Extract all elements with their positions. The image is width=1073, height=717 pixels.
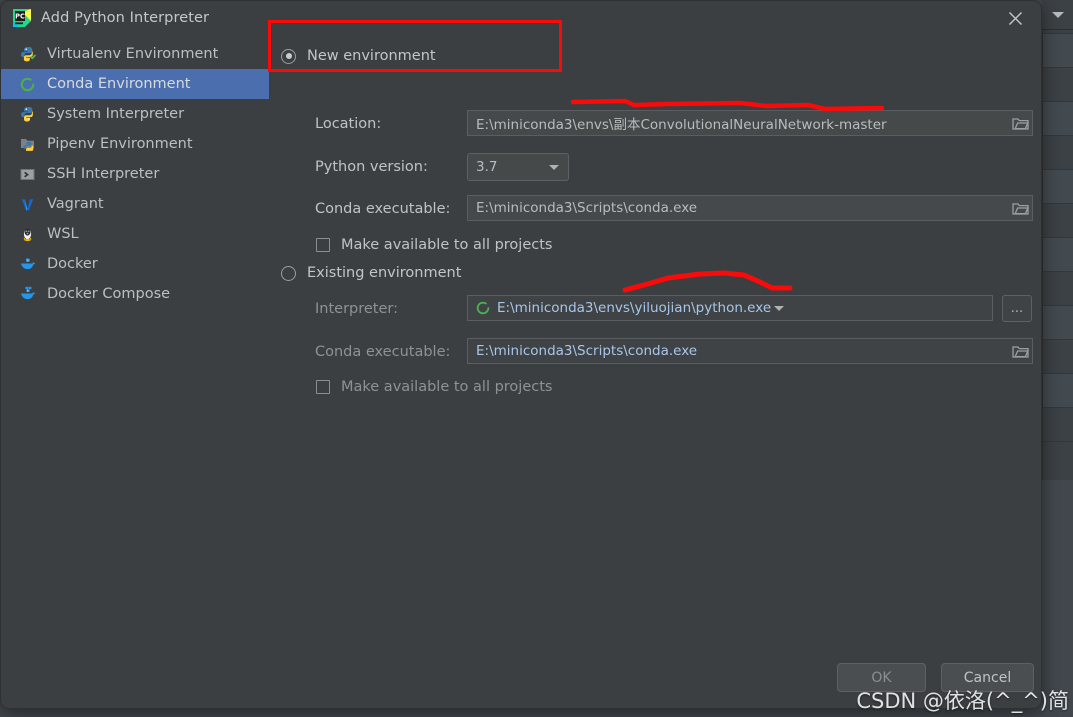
python-version-value: 3.7 (476, 159, 498, 175)
radio-indicator-new-environment (281, 48, 296, 64)
conda-executable-browse-folder-icon-existing[interactable] (1007, 338, 1033, 364)
sidebar-item-label: Conda Environment (47, 76, 191, 92)
sidebar-item-label: System Interpreter (47, 106, 185, 122)
sidebar-item-system-interpreter[interactable]: System Interpreter (1, 99, 269, 129)
checkbox-make-available-new[interactable]: Make available to all projects (316, 237, 552, 253)
sidebar-item-label: WSL (47, 226, 79, 242)
background-list-row (1043, 34, 1073, 68)
conda-executable-label-existing: Conda executable: (315, 344, 451, 360)
sidebar-item-label: Docker (47, 256, 98, 272)
conda-ring-icon (19, 76, 36, 93)
sidebar-item-label: Virtualenv Environment (47, 46, 219, 62)
interpreter-value: E:\miniconda3\envs\yiluojian\python.exe (497, 300, 772, 316)
location-label: Location: (315, 116, 382, 132)
sidebar-item-conda-environment[interactable]: Conda Environment (1, 69, 269, 99)
background-list-row (1043, 408, 1073, 442)
radio-indicator-existing-environment (281, 265, 296, 281)
interpreter-label: Interpreter: (315, 301, 398, 317)
conda-executable-browse-folder-icon-new[interactable] (1007, 195, 1033, 221)
chevron-down-icon[interactable] (1051, 11, 1064, 18)
vagrant-v-icon (19, 196, 36, 213)
conda-executable-input-new[interactable]: E:\miniconda3\Scripts\conda.exe (467, 195, 1033, 221)
checkbox-indicator (316, 380, 330, 394)
chevron-down-icon[interactable] (774, 305, 784, 311)
sidebar-item-pipenv-environment[interactable]: Pipenv Environment (1, 129, 269, 159)
sidebar-item-label: SSH Interpreter (47, 166, 160, 182)
conda-executable-label-new: Conda executable: (315, 201, 451, 217)
sidebar-item-label: Docker Compose (47, 286, 171, 302)
background-list-row (1043, 170, 1073, 204)
sidebar-item-docker[interactable]: 0 Docker (1, 249, 269, 279)
sidebar-item-label: Pipenv Environment (47, 136, 193, 152)
sidebar-item-vagrant[interactable]: Vagrant (1, 189, 269, 219)
interpreter-more-button[interactable]: ... (1002, 295, 1032, 322)
interpreter-select[interactable]: E:\miniconda3\envs\yiluojian\python.exe (467, 295, 993, 321)
docker-compose-icon: 0 (19, 286, 36, 303)
dialog-title: Add Python Interpreter (41, 9, 210, 26)
svg-text:PC: PC (15, 12, 25, 20)
checkbox-label: Make available to all projects (341, 379, 553, 395)
radio-existing-environment-label: Existing environment (307, 265, 462, 281)
background-toolbar (1042, 0, 1073, 30)
conda-executable-input-existing[interactable]: E:\miniconda3\Scripts\conda.exe (467, 338, 1033, 364)
background-list-row (1043, 68, 1073, 102)
background-list-row (1043, 306, 1073, 340)
background-list-panel (1042, 0, 1073, 480)
python-venv-icon (19, 46, 36, 63)
sidebar-item-label: Vagrant (47, 196, 104, 212)
pycharm-logo-icon: PC (13, 8, 31, 27)
location-browse-folder-icon[interactable] (1007, 110, 1033, 136)
linux-penguin-icon (19, 226, 36, 243)
python-version-select[interactable]: 3.7 (467, 153, 569, 181)
radio-existing-environment[interactable]: Existing environment (281, 265, 461, 281)
background-list-row (1043, 102, 1073, 136)
add-python-interpreter-dialog: PC Add Python Interpreter Virtualenv Env… (0, 0, 1042, 709)
sidebar-item-wsl[interactable]: WSL (1, 219, 269, 249)
radio-new-environment[interactable]: New environment (281, 48, 436, 64)
python-icon (19, 106, 36, 123)
chevron-down-icon (549, 164, 559, 170)
background-list-row (1043, 340, 1073, 374)
checkbox-indicator (316, 238, 330, 252)
location-input[interactable]: E:\miniconda3\envs\副本ConvolutionalNeural… (467, 110, 1033, 136)
svg-text:0: 0 (26, 258, 28, 262)
background-list-row (1043, 136, 1073, 170)
conda-executable-value-existing: E:\miniconda3\Scripts\conda.exe (476, 343, 698, 359)
checkbox-make-available-existing[interactable]: Make available to all projects (316, 379, 552, 395)
watermark: CSDN @依洛(^_^)简 (856, 689, 1069, 713)
background-list-row (1043, 374, 1073, 408)
sidebar-item-virtualenv-environment[interactable]: Virtualenv Environment (1, 39, 269, 69)
radio-new-environment-label: New environment (307, 48, 436, 64)
sidebar-item-ssh-interpreter[interactable]: SSH Interpreter (1, 159, 269, 189)
sidebar-item-docker-compose[interactable]: 0 Docker Compose (1, 279, 269, 309)
close-icon[interactable] (1003, 6, 1027, 30)
dialog-titlebar: PC Add Python Interpreter (1, 1, 1041, 34)
docker-whale-icon: 0 (19, 256, 36, 273)
checkbox-label: Make available to all projects (341, 237, 553, 253)
conda-ring-icon (476, 301, 490, 315)
interpreter-type-sidebar: Virtualenv Environment Conda Environment… (1, 39, 269, 708)
background-list-row (1043, 272, 1073, 306)
background-list-row (1043, 204, 1073, 238)
background-list-row (1043, 238, 1073, 272)
pipenv-folder-icon (19, 136, 36, 153)
terminal-icon (19, 166, 36, 183)
interpreter-settings-panel: New environment Location: E:\miniconda3\… (269, 34, 1041, 708)
python-version-label: Python version: (315, 159, 428, 175)
